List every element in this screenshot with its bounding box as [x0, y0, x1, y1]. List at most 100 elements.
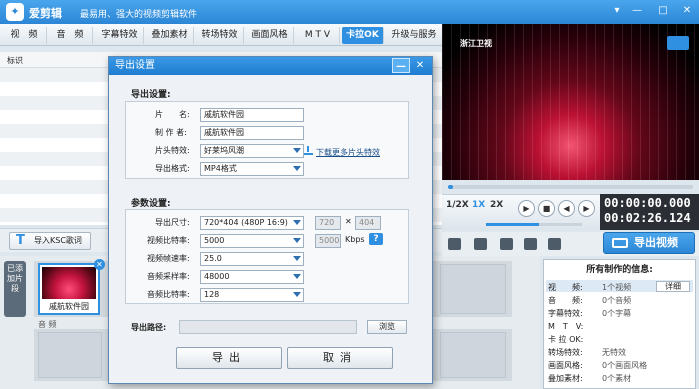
author-label: 制 作 者:: [155, 128, 187, 137]
info-key: M T V:: [548, 322, 584, 331]
custom-bitrate-input[interactable]: 5000: [315, 234, 341, 248]
tab-transition-effects[interactable]: 转场特效: [196, 27, 244, 44]
chevron-down-icon: [293, 238, 301, 243]
name-label: 片 名:: [155, 110, 190, 119]
audio-bitrate-label: 音频比特率:: [147, 290, 190, 299]
export-settings-dialog: 导出设置 — ✕ 导出设置: 片 名: 戚航软件园 制 作 者: 戚航软件园 片…: [108, 56, 433, 384]
text-t-icon: T: [16, 233, 25, 248]
format-value: MP4格式: [204, 164, 237, 173]
format-select[interactable]: MP4格式: [200, 162, 304, 176]
import-ksc-label: 导入KSC歌词: [34, 236, 82, 245]
download-intro-effects-link[interactable]: 下载更多片头特效: [316, 147, 380, 158]
volume-fill: [486, 223, 539, 226]
info-key: 音 频:: [548, 296, 583, 305]
menu-dropdown-icon[interactable]: ▾: [609, 4, 625, 19]
intro-effect-select[interactable]: 好莱坞风潮: [200, 144, 304, 158]
width-input[interactable]: 720: [315, 216, 341, 230]
chevron-down-icon: [293, 292, 301, 297]
video-bitrate-value: 5000: [204, 236, 225, 245]
speed-1x-button[interactable]: 1X: [472, 200, 485, 210]
time-display: 00:00:00.000 00:02:26.124: [600, 194, 699, 230]
open-folder-icon[interactable]: [474, 238, 487, 250]
bitrate-unit: Kbps: [345, 235, 365, 244]
audio-bitrate-select[interactable]: 128: [200, 288, 304, 302]
format-label: 导出格式:: [155, 164, 190, 173]
export-section-title: 导出设置:: [131, 90, 171, 100]
export-video-button[interactable]: 导出视频: [603, 232, 695, 254]
frame-rate-label: 视频帧速率:: [147, 254, 190, 263]
tab-upgrade-service[interactable]: 升级与服务: [388, 27, 440, 44]
save-icon[interactable]: [500, 238, 513, 250]
progress-fill: [448, 185, 453, 189]
empty-audio-slot[interactable]: [38, 332, 102, 378]
author-input[interactable]: 戚航软件园: [200, 126, 304, 140]
tab-karaoke[interactable]: 卡拉OK: [342, 27, 384, 44]
minimize-button[interactable]: —: [629, 4, 645, 19]
app-window: ✦ 爱剪辑 最易用、强大的视频剪辑软件 ▾ — □ ✕ 视 频 音 频 字幕特效…: [0, 0, 699, 389]
snapshot-icon[interactable]: [548, 238, 561, 250]
clip-name: 戚航软件园: [49, 302, 89, 311]
tab-video[interactable]: 视 频: [2, 27, 47, 44]
chevron-down-icon: [293, 274, 301, 279]
clip-preview-image: [42, 267, 96, 299]
production-info-panel: 所有制作的信息: 详细 视 频: 1个视频 音 频: 0个音频 字幕特效: 0个字幕 …: [543, 259, 696, 389]
chevron-down-icon: [293, 166, 301, 171]
export-video-label: 导出视频: [634, 236, 678, 249]
empty-clip-slot[interactable]: [440, 264, 506, 314]
tab-subtitle-effects[interactable]: 字幕特效: [96, 27, 144, 44]
video-settings-icon[interactable]: [448, 238, 461, 250]
question-icon[interactable]: ?: [369, 233, 383, 245]
maximize-button[interactable]: □: [655, 4, 671, 19]
close-button[interactable]: ✕: [679, 4, 695, 19]
details-button[interactable]: 详细: [656, 281, 690, 292]
main-tab-bar: 视 频 音 频 字幕特效 叠加素材 转场特效 画面风格 M T V 卡拉OK 升…: [0, 24, 442, 46]
chevron-down-icon: [293, 256, 301, 261]
size-value: 720*404 (480P 16:9): [204, 218, 288, 227]
help-icon[interactable]: [524, 238, 537, 250]
play-icon[interactable]: ▶: [518, 200, 535, 217]
tab-picture-style[interactable]: 画面风格: [246, 27, 294, 44]
added-clips-label: 已添加片段: [4, 261, 26, 317]
audio-sample-rate-value: 48000: [204, 272, 230, 281]
browse-button[interactable]: 浏览: [367, 320, 407, 334]
cancel-button[interactable]: 取消: [287, 347, 393, 369]
volume-slider[interactable]: [486, 223, 582, 226]
dialog-minimize-button[interactable]: —: [392, 58, 410, 73]
remove-clip-icon[interactable]: ✕: [94, 259, 105, 270]
video-clip-thumbnail[interactable]: 戚航软件园: [38, 263, 100, 315]
frame-rate-select[interactable]: 25.0: [200, 252, 304, 266]
info-value: 0个音频: [602, 296, 632, 305]
stop-icon[interactable]: ■: [538, 200, 555, 217]
total-time: 00:02:26.124: [604, 211, 691, 225]
height-input[interactable]: 404: [355, 216, 381, 230]
info-key: 字幕特效:: [548, 309, 583, 318]
video-bitrate-select[interactable]: 5000: [200, 234, 304, 248]
tab-mtv[interactable]: M T V: [296, 27, 340, 44]
prev-frame-icon[interactable]: ◀: [558, 200, 575, 217]
info-key: 画面风格:: [548, 361, 583, 370]
export-path-input[interactable]: [179, 320, 357, 334]
playback-progress[interactable]: [442, 180, 699, 194]
info-value: 0个画面风格: [602, 361, 648, 370]
tab-overlay-material[interactable]: 叠加素材: [146, 27, 194, 44]
audio-bitrate-value: 128: [204, 290, 220, 299]
import-ksc-button[interactable]: T 导入KSC歌词: [9, 232, 91, 250]
download-icon[interactable]: [304, 146, 313, 155]
video-bitrate-label: 视频比特率:: [147, 236, 190, 245]
speed-2x-button[interactable]: 2X: [490, 200, 503, 210]
dialog-close-button[interactable]: ✕: [411, 58, 429, 73]
channel-watermark: 浙江卫视: [460, 39, 492, 48]
name-input[interactable]: 戚航软件园: [200, 108, 304, 122]
video-player[interactable]: 浙江卫视: [442, 24, 699, 180]
empty-audio-slot[interactable]: [440, 332, 506, 378]
info-key: 卡 拉 OK:: [548, 335, 584, 344]
size-select[interactable]: 720*404 (480P 16:9): [200, 216, 304, 230]
speed-half-button[interactable]: 1/2X: [446, 200, 469, 210]
export-ok-button[interactable]: 导出: [176, 347, 282, 369]
audio-sample-rate-select[interactable]: 48000: [200, 270, 304, 284]
progress-track[interactable]: [448, 185, 693, 189]
next-frame-icon[interactable]: ▶: [578, 200, 595, 217]
tab-audio[interactable]: 音 频: [48, 27, 93, 44]
info-key: 转场特效:: [548, 348, 583, 357]
info-key: 视 频:: [548, 283, 583, 292]
